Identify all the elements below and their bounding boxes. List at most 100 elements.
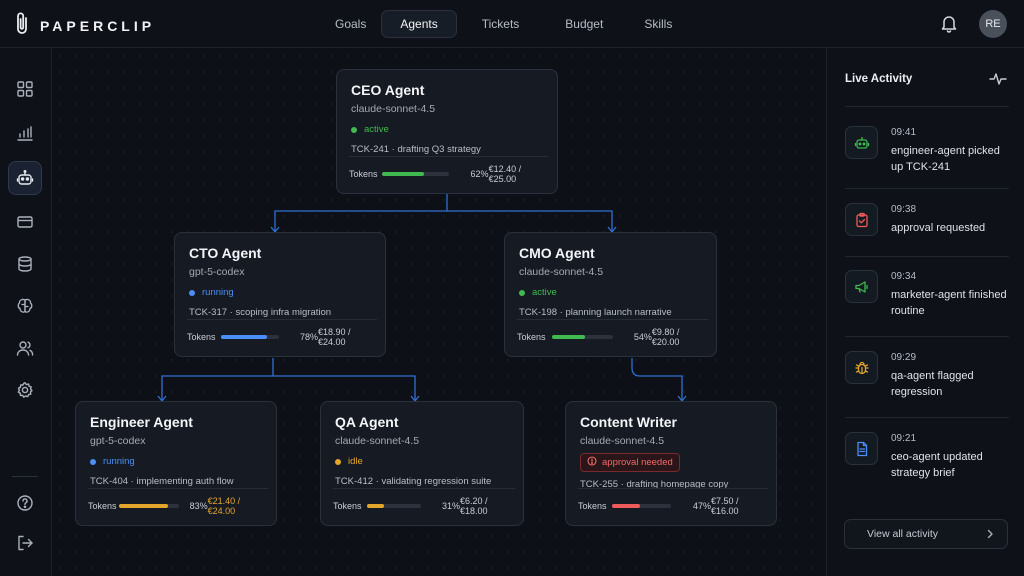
panel-title: Live Activity [845,73,913,85]
connector-cto-engineer [161,358,274,400]
status-indicator: active [519,287,702,298]
token-usage: Tokens 54% €9.80 / €20.00 [517,319,708,347]
connector-ceo-cto [274,193,448,231]
agent-card-engineer[interactable]: Engineer Agent gpt-5-codex running TCK-4… [75,401,277,526]
agent-name: QA Agent [335,414,399,430]
divider [845,417,1009,418]
avatar[interactable]: RE [979,10,1007,38]
view-all-activity-button[interactable]: View all activity [844,519,1008,549]
budget-spend-warning: €21.40 / €24.00 [207,496,241,516]
agent-model: gpt-5-codex [90,435,146,447]
brain-icon[interactable] [8,289,42,323]
ticket-id[interactable]: TCK-317 [189,307,227,318]
activity-time: 09:34 [891,271,917,282]
tokens-label: Tokens [88,501,117,511]
brand-name: PAPERCLIP [40,17,156,34]
status-dot [189,289,195,296]
analytics-icon[interactable] [8,116,42,150]
status-label: idle [348,456,363,467]
token-progress-fill [611,504,640,508]
ticket-id[interactable]: TCK-241 [351,144,389,155]
token-progress-fill [367,504,385,508]
status-label: approval needed [602,457,673,468]
token-usage: Tokens 83% €21.40 / €24.00 [88,488,268,516]
agent-card-ceo[interactable]: CEO Agent claude-sonnet-4.5 active TCK-2… [336,69,558,194]
robot-icon [845,126,878,159]
agent-card-cto[interactable]: CTO Agent gpt-5-codex running TCK-317 · … [174,232,386,357]
token-progress-bar [381,172,450,176]
approval-needed-badge[interactable]: approval needed [580,453,680,472]
token-progress-bar [220,335,280,339]
nav-budget[interactable]: Budget [544,10,624,38]
token-usage: Tokens 62% €12.40 / €25.00 [349,156,549,184]
agents-icon[interactable] [8,161,42,195]
megaphone-icon [845,270,878,303]
activity-text: engineer-agent picked up TCK-241 [891,145,1000,173]
current-task: TCK-198 · planning launch narrative [519,307,672,318]
status-label: active [532,287,557,298]
document-icon [845,432,878,465]
connector-cmo-writer [631,358,683,400]
help-icon[interactable] [8,486,42,520]
ticket-id[interactable]: TCK-198 [519,307,557,318]
view-all-label: View all activity [867,528,938,540]
task-description: scoping infra migration [235,307,332,318]
team-icon[interactable] [8,331,42,365]
token-usage: Tokens 47% €7.50 / €16.00 [578,488,768,516]
token-percent: 31% [441,501,460,511]
task-description: implementing auth flow [136,476,234,487]
token-percent: 83% [189,501,208,511]
agent-card-cmo[interactable]: CMO Agent claude-sonnet-4.5 active TCK-1… [504,232,717,357]
budget-spend: €9.80 / €20.00 [651,327,680,347]
agent-name: Content Writer [580,414,677,430]
nav-goals[interactable]: Goals [320,10,381,38]
token-percent: 54% [633,332,652,342]
token-progress-fill [381,172,424,176]
activity-item[interactable]: 09:29 qa-agent flagged regression [845,351,1015,411]
org-chart-canvas: CEO Agent claude-sonnet-4.5 active TCK-2… [52,48,826,576]
divider [845,256,1009,257]
current-task: TCK-404 · implementing auth flow [90,476,234,487]
activity-text: approval requested [891,222,986,234]
agent-name: CEO Agent [351,82,425,98]
status-dot [335,458,341,465]
billing-icon[interactable] [8,205,42,239]
tokens-label: Tokens [517,332,546,342]
activity-time: 09:38 [891,204,917,215]
ticket-id[interactable]: TCK-412 [335,476,373,487]
nav-tickets[interactable]: Tickets [457,10,545,38]
status-indicator: running [90,456,262,467]
ticket-id[interactable]: TCK-404 [90,476,128,487]
token-progress-fill [118,504,169,508]
tokens-label: Tokens [187,332,216,342]
nav-agents[interactable]: Agents [381,10,457,38]
status-dot [519,289,525,296]
token-usage: Tokens 31% €6.20 / €18.00 [333,488,515,516]
activity-text: marketer-agent finished routine [891,289,1007,317]
token-progress-bar [367,504,421,508]
settings-icon[interactable] [8,373,42,407]
database-icon[interactable] [8,247,42,281]
brand-logo[interactable]: PAPERCLIP [12,10,155,41]
logout-icon[interactable] [8,526,42,560]
token-progress-bar [552,335,613,339]
dashboard-icon[interactable] [8,72,42,106]
bug-icon [845,351,878,384]
agent-card-content-writer[interactable]: Content Writer claude-sonnet-4.5 approva… [565,401,777,526]
agent-model: gpt-5-codex [189,266,245,278]
activity-item[interactable]: 09:34 marketer-agent finished routine [845,270,1015,330]
activity-text: qa-agent flagged regression [891,370,974,398]
live-activity-panel: Live Activity 09:41 engineer-agent picke… [826,48,1024,576]
sidebar [0,48,52,576]
top-bar: PAPERCLIP Goals Agents Tickets Budget Sk… [0,0,1024,48]
divider [845,188,1009,189]
bell-icon[interactable] [940,14,958,38]
agent-card-qa[interactable]: QA Agent claude-sonnet-4.5 idle TCK-412 … [320,401,524,526]
activity-item[interactable]: 09:21 ceo-agent updated strategy brief [845,432,1015,492]
activity-item[interactable]: 09:38 approval requested [845,203,1015,253]
activity-item[interactable]: 09:41 engineer-agent picked up TCK-241 [845,126,1015,186]
nav-skills[interactable]: Skills [624,10,692,38]
status-dot [351,126,357,133]
current-task: TCK-317 · scoping infra migration [189,307,332,318]
status-dot [90,458,96,465]
